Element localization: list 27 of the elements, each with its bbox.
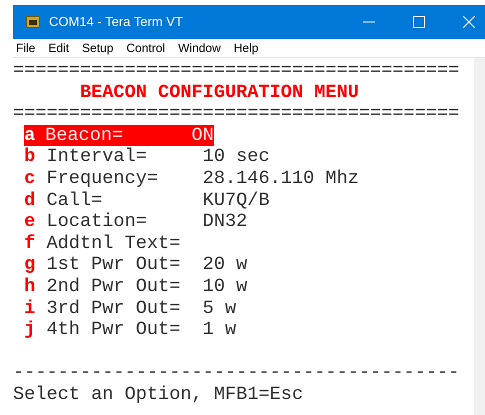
menu-item[interactable]: Help — [234, 39, 258, 57]
window-title: COM14 - Tera Term VT — [49, 13, 183, 32]
menu-option[interactable]: c Frequency= 28.146.110 Mhz — [24, 168, 359, 190]
menu-option[interactable]: j 4th Pwr Out= 1 w — [24, 319, 236, 341]
app-icon — [26, 16, 40, 28]
menu-option[interactable]: d Call= KU7Q/B — [24, 190, 270, 212]
scrollbar-track[interactable] — [474, 58, 485, 415]
close-icon[interactable] — [463, 16, 475, 28]
menu-heading: BEACON CONFIGURATION MENU — [80, 82, 359, 103]
menu-option[interactable]: a Beacon= ON — [24, 124, 214, 146]
rule-line: ======================================== — [13, 103, 460, 124]
menu-option[interactable]: e Location= DN32 — [24, 211, 248, 233]
menu-option[interactable]: g 1st Pwr Out= 20 w — [24, 254, 248, 276]
menu-item[interactable]: File — [16, 39, 36, 57]
rule-line: ======================================== — [13, 60, 460, 81]
rule-line: ---------------------------------------- — [13, 362, 460, 384]
menu-option[interactable]: h 2nd Pwr Out= 10 w — [24, 276, 248, 298]
menu-option[interactable]: b Interval= 10 sec — [24, 146, 270, 168]
menu-item[interactable]: Control — [126, 39, 166, 57]
menu-item[interactable]: Window — [178, 39, 221, 57]
menu-item[interactable]: Edit — [48, 39, 70, 57]
minimize-icon[interactable] — [363, 21, 375, 23]
menu-item[interactable]: Setup — [82, 39, 114, 57]
prompt-text: Select an Option, MFB1=Esc — [13, 384, 304, 405]
menu-option[interactable]: f Addtnl Text= — [24, 232, 203, 254]
maximize-icon[interactable] — [413, 16, 425, 28]
menu-option[interactable]: i 3rd Pwr Out= 5 w — [24, 298, 236, 320]
